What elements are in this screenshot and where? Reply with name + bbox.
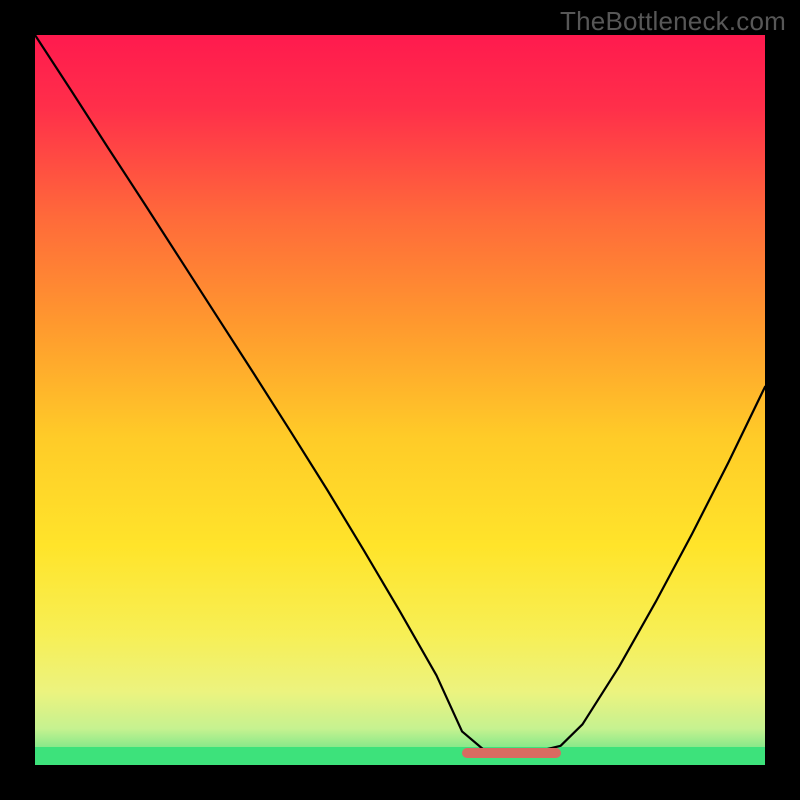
- chart-container: TheBottleneck.com: [0, 0, 800, 800]
- watermark-text: TheBottleneck.com: [560, 6, 786, 37]
- optimal-range-marker: [462, 748, 561, 758]
- plot-area: [35, 35, 765, 765]
- bottleneck-curve: [35, 35, 765, 765]
